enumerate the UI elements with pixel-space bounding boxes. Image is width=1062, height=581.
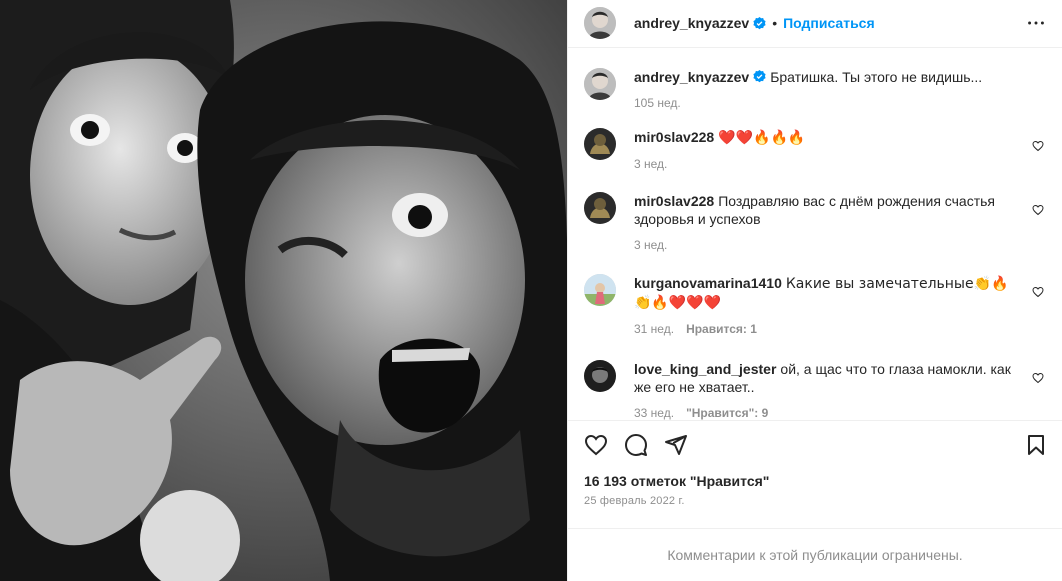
commenter-avatar[interactable] (584, 127, 616, 160)
likes-count[interactable]: 16 193 отметок "Нравится" (568, 470, 1062, 492)
avatar-image (584, 7, 616, 40)
comments-list[interactable]: andrey_knyazzev Братишка. Ты этого не вид… (568, 48, 1062, 420)
post-photo[interactable] (0, 0, 567, 581)
caption-avatar[interactable] (584, 67, 616, 100)
comment-username[interactable]: mir0slav228 (634, 129, 714, 145)
comment-like-icon[interactable] (1032, 140, 1044, 152)
avatar-image (584, 191, 616, 224)
comment-item: kurganovamarina1410 Какие вы замечательны… (584, 273, 1046, 360)
commenter-avatar[interactable] (584, 359, 616, 392)
comment-username[interactable]: mir0slav228 (634, 193, 714, 209)
caption-meta: 105 нед. (634, 96, 1022, 110)
post-header: andrey_knyazzev • Подписаться (568, 0, 1062, 48)
avatar-image (584, 67, 616, 100)
comment-item: mir0slav228 ❤️❤️🔥🔥🔥 3 нед. (584, 127, 1046, 192)
avatar-image (584, 359, 616, 392)
author-username[interactable]: andrey_knyazzev (634, 15, 749, 31)
post-actions (568, 419, 1062, 471)
comment-icon[interactable] (624, 433, 648, 457)
author-avatar[interactable] (584, 7, 616, 40)
avatar-image (584, 273, 616, 306)
caption-text-line: andrey_knyazzev Братишка. Ты этого не вид… (634, 68, 1022, 86)
comment-body: mir0slav228 ❤️❤️🔥🔥🔥 3 нед. (634, 128, 1046, 192)
comment-meta: 31 нед. Нравится: 1 (634, 322, 1022, 336)
comment-body: love_king_and_jester ой, а щас что то гла… (634, 360, 1046, 420)
comment-time[interactable]: 31 нед. (634, 322, 674, 336)
caption-username[interactable]: andrey_knyazzev (634, 69, 749, 85)
post-date[interactable]: 25 февраль 2022 г. (568, 492, 1062, 511)
comment-meta: 33 нед. "Нравится": 9 (634, 406, 1022, 420)
instagram-post: andrey_knyazzev • Подписаться andrey_kny… (0, 0, 1062, 581)
more-options-icon[interactable] (1024, 11, 1048, 35)
caption: andrey_knyazzev Братишка. Ты этого не вид… (584, 67, 1046, 128)
comment-like-icon[interactable] (1032, 372, 1044, 384)
comment-username[interactable]: love_king_and_jester (634, 361, 776, 377)
caption-time[interactable]: 105 нед. (634, 96, 681, 110)
comment-time[interactable]: 3 нед. (634, 157, 667, 171)
bookmark-icon[interactable] (1024, 433, 1048, 457)
comment-body: mir0slav228 Поздравляю вас с днём рождени… (634, 192, 1046, 274)
commenter-avatar[interactable] (584, 191, 616, 224)
verified-badge-icon (753, 16, 766, 30)
comment-text-line: mir0slav228 Поздравляю вас с днём рождени… (634, 192, 1022, 228)
heart-icon[interactable] (584, 433, 608, 457)
comment-meta: 3 нед. (634, 157, 1022, 171)
comment-username[interactable]: kurganovamarina1410 (634, 275, 782, 291)
follow-button[interactable]: Подписаться (783, 15, 875, 31)
avatar-image (584, 127, 616, 160)
share-icon[interactable] (664, 433, 688, 457)
comment-body: kurganovamarina1410 Какие вы замечательны… (634, 274, 1046, 360)
comment-item: mir0slav228 Поздравляю вас с днём рождени… (584, 191, 1046, 274)
comment-item: love_king_and_jester ой, а щас что то гла… (584, 359, 1046, 420)
comment-text-line: love_king_and_jester ой, а щас что то гла… (634, 360, 1022, 396)
comment-time[interactable]: 33 нед. (634, 406, 674, 420)
comments-limited-notice: Комментарии к этой публикации ограничены… (568, 527, 1062, 581)
caption-text: Братишка. Ты этого не видишь... (770, 68, 983, 85)
comment-likes[interactable]: Нравится: 1 (686, 322, 757, 336)
comment-meta: 3 нед. (634, 238, 1022, 252)
comment-like-icon[interactable] (1032, 204, 1044, 216)
comment-like-icon[interactable] (1032, 286, 1044, 298)
comment-text: ❤️❤️🔥🔥🔥 (718, 129, 806, 146)
post-image (0, 0, 567, 581)
commenter-avatar[interactable] (584, 273, 616, 306)
post-side-panel: andrey_knyazzev • Подписаться andrey_kny… (567, 0, 1062, 581)
comment-likes[interactable]: "Нравится": 9 (686, 406, 768, 420)
comment-text-line: kurganovamarina1410 Какие вы замечательны… (634, 274, 1022, 312)
comment-time[interactable]: 3 нед. (634, 238, 667, 252)
comment-text-line: mir0slav228 ❤️❤️🔥🔥🔥 (634, 128, 1022, 147)
separator-dot: • (772, 15, 778, 32)
caption-body: andrey_knyazzev Братишка. Ты этого не вид… (634, 68, 1046, 128)
verified-badge-icon (753, 69, 766, 82)
